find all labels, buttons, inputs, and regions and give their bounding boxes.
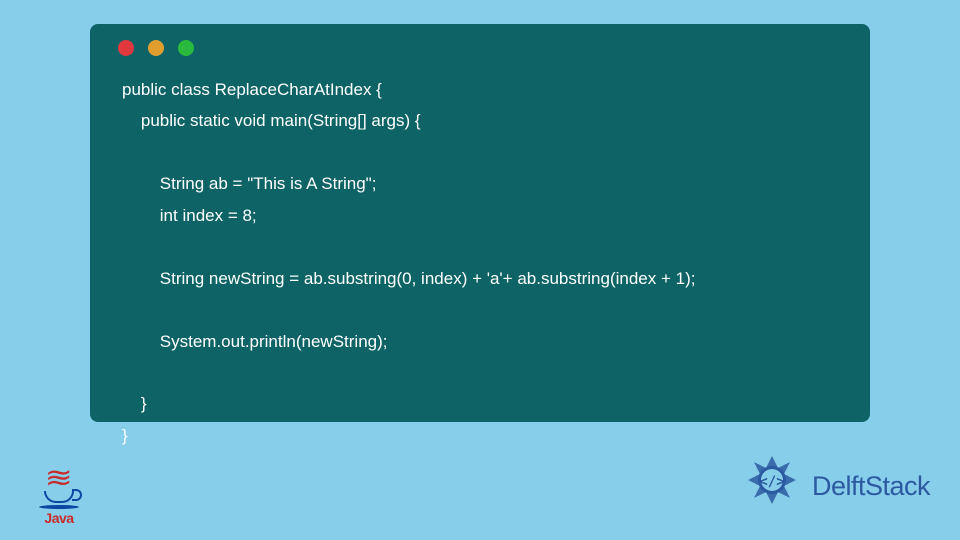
minimize-icon (148, 40, 164, 56)
code-window: public class ReplaceCharAtIndex { public… (90, 24, 870, 422)
java-cup-icon (44, 491, 74, 503)
delftstack-logo-text: DelftStack (812, 471, 930, 502)
code-line: } (122, 394, 147, 413)
window-controls (114, 40, 846, 56)
maximize-icon (178, 40, 194, 56)
close-icon (118, 40, 134, 56)
code-line: String newString = ab.substring(0, index… (122, 269, 695, 288)
java-steam-icon: ≋ (45, 471, 73, 485)
delftstack-icon: </> (740, 454, 804, 518)
code-line: public static void main(String[] args) { (122, 111, 421, 130)
code-line: public class ReplaceCharAtIndex { (122, 80, 382, 99)
java-logo-icon: ≋ Java (34, 456, 84, 526)
svg-text:</>: </> (759, 474, 784, 490)
code-line: } (122, 426, 128, 445)
java-saucer-icon (39, 505, 79, 509)
code-line: System.out.println(newString); (122, 332, 387, 351)
code-line: String ab = "This is A String"; (122, 174, 376, 193)
code-line: int index = 8; (122, 206, 257, 225)
code-block: public class ReplaceCharAtIndex { public… (114, 74, 846, 451)
delftstack-logo: </> DelftStack (740, 454, 930, 518)
java-logo-text: Java (44, 510, 73, 526)
